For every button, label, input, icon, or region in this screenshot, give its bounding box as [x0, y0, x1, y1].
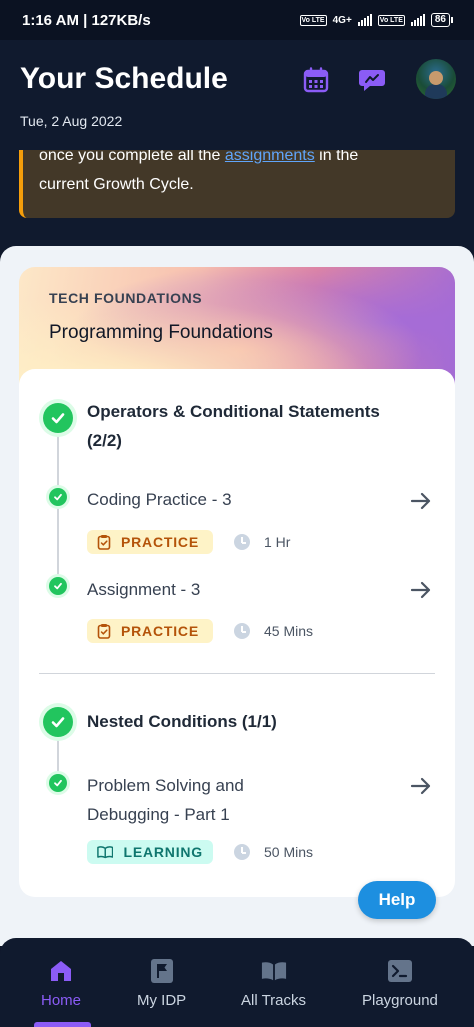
notice-line-2: current Growth Cycle. [39, 176, 194, 193]
notice-text-after: in the [314, 150, 359, 164]
learning-tag: LEARNING [87, 840, 213, 864]
signal-icon [357, 14, 372, 26]
clock-icon [234, 623, 250, 639]
item-title[interactable]: Problem Solving and Debugging - Part 1 [87, 771, 244, 829]
chat-icon[interactable] [358, 66, 386, 94]
arrow-right-icon[interactable] [408, 577, 434, 603]
nav-label: All Tracks [241, 992, 307, 1009]
home-icon [48, 958, 74, 984]
volte-icon: Vo LTE [299, 14, 327, 26]
notice-banner: once you complete all the assignments in… [19, 150, 455, 218]
calendar-icon[interactable] [302, 66, 330, 94]
course-title: Programming Foundations [49, 322, 273, 343]
practice-tag: PRACTICE [87, 530, 213, 554]
tag-label: PRACTICE [121, 623, 199, 639]
avatar[interactable] [416, 59, 456, 99]
terminal-icon [387, 958, 413, 984]
item-title-line-1: Problem Solving and [87, 776, 244, 795]
item-complete-check-icon [49, 488, 67, 506]
page-title: Your Schedule [20, 62, 228, 95]
signal-icon-2 [410, 14, 425, 26]
item-complete-check-icon [49, 774, 67, 792]
notice-line-1: once you complete all the assignments in… [39, 150, 455, 170]
course-kicker: TECH FOUNDATIONS [49, 290, 203, 306]
nav-label: My IDP [137, 992, 187, 1009]
section-complete-check-icon [43, 403, 73, 433]
volte-icon-2: Vo LTE [377, 14, 405, 26]
item-duration: 45 Mins [264, 623, 314, 639]
item-duration: 1 Hr [264, 534, 291, 550]
practice-tag: PRACTICE [87, 619, 213, 643]
timeline-rail [57, 432, 59, 586]
clipboard-icon [97, 535, 111, 550]
clock-icon [234, 844, 250, 860]
nav-all-tracks[interactable]: All Tracks [241, 958, 306, 1009]
book-icon [261, 958, 287, 984]
section-divider [39, 673, 435, 674]
nav-label: Playground [362, 992, 438, 1009]
battery-icon: 86 [430, 13, 454, 27]
status-bar: 1:16 AM | 127KB/s Vo LTE 4G+ Vo LTE 86 [0, 0, 474, 40]
status-time: 1:16 AM | 127KB/s [22, 11, 151, 29]
flag-icon [149, 958, 175, 984]
notice-text: once you complete all the [39, 150, 221, 164]
nav-home[interactable]: Home [41, 958, 81, 1009]
item-duration: 50 Mins [264, 844, 314, 860]
assignments-link[interactable]: assignments [225, 150, 315, 164]
nav-active-indicator [34, 1022, 91, 1027]
help-button[interactable]: Help [358, 881, 436, 919]
item-complete-check-icon [49, 577, 67, 595]
book-open-icon [97, 846, 114, 859]
section-title[interactable]: Nested Conditions (1/1) [87, 707, 277, 736]
status-icons: Vo LTE 4G+ Vo LTE 86 [299, 13, 454, 27]
page-date: Tue, 2 Aug 2022 [20, 113, 123, 129]
arrow-right-icon[interactable] [408, 773, 434, 799]
item-title[interactable]: Assignment - 3 [87, 575, 200, 604]
section-title-line-2: (2/2) [87, 431, 122, 450]
arrow-right-icon[interactable] [408, 488, 434, 514]
clipboard-icon [97, 624, 111, 639]
item-title-line-2: Debugging - Part 1 [87, 805, 230, 824]
tag-label: PRACTICE [121, 534, 199, 550]
nav-playground[interactable]: Playground [362, 958, 438, 1009]
item-title[interactable]: Coding Practice - 3 [87, 485, 232, 514]
section-title-line-1: Operators & Conditional Statements [87, 402, 380, 421]
clock-icon [234, 534, 250, 550]
tag-label: LEARNING [123, 844, 203, 860]
section-title[interactable]: Operators & Conditional Statements (2/2) [87, 397, 380, 455]
nav-label: Home [41, 992, 82, 1009]
nav-my-idp[interactable]: My IDP [137, 958, 186, 1009]
section-complete-check-icon [43, 707, 73, 737]
network-label: 4G+ [332, 14, 352, 26]
